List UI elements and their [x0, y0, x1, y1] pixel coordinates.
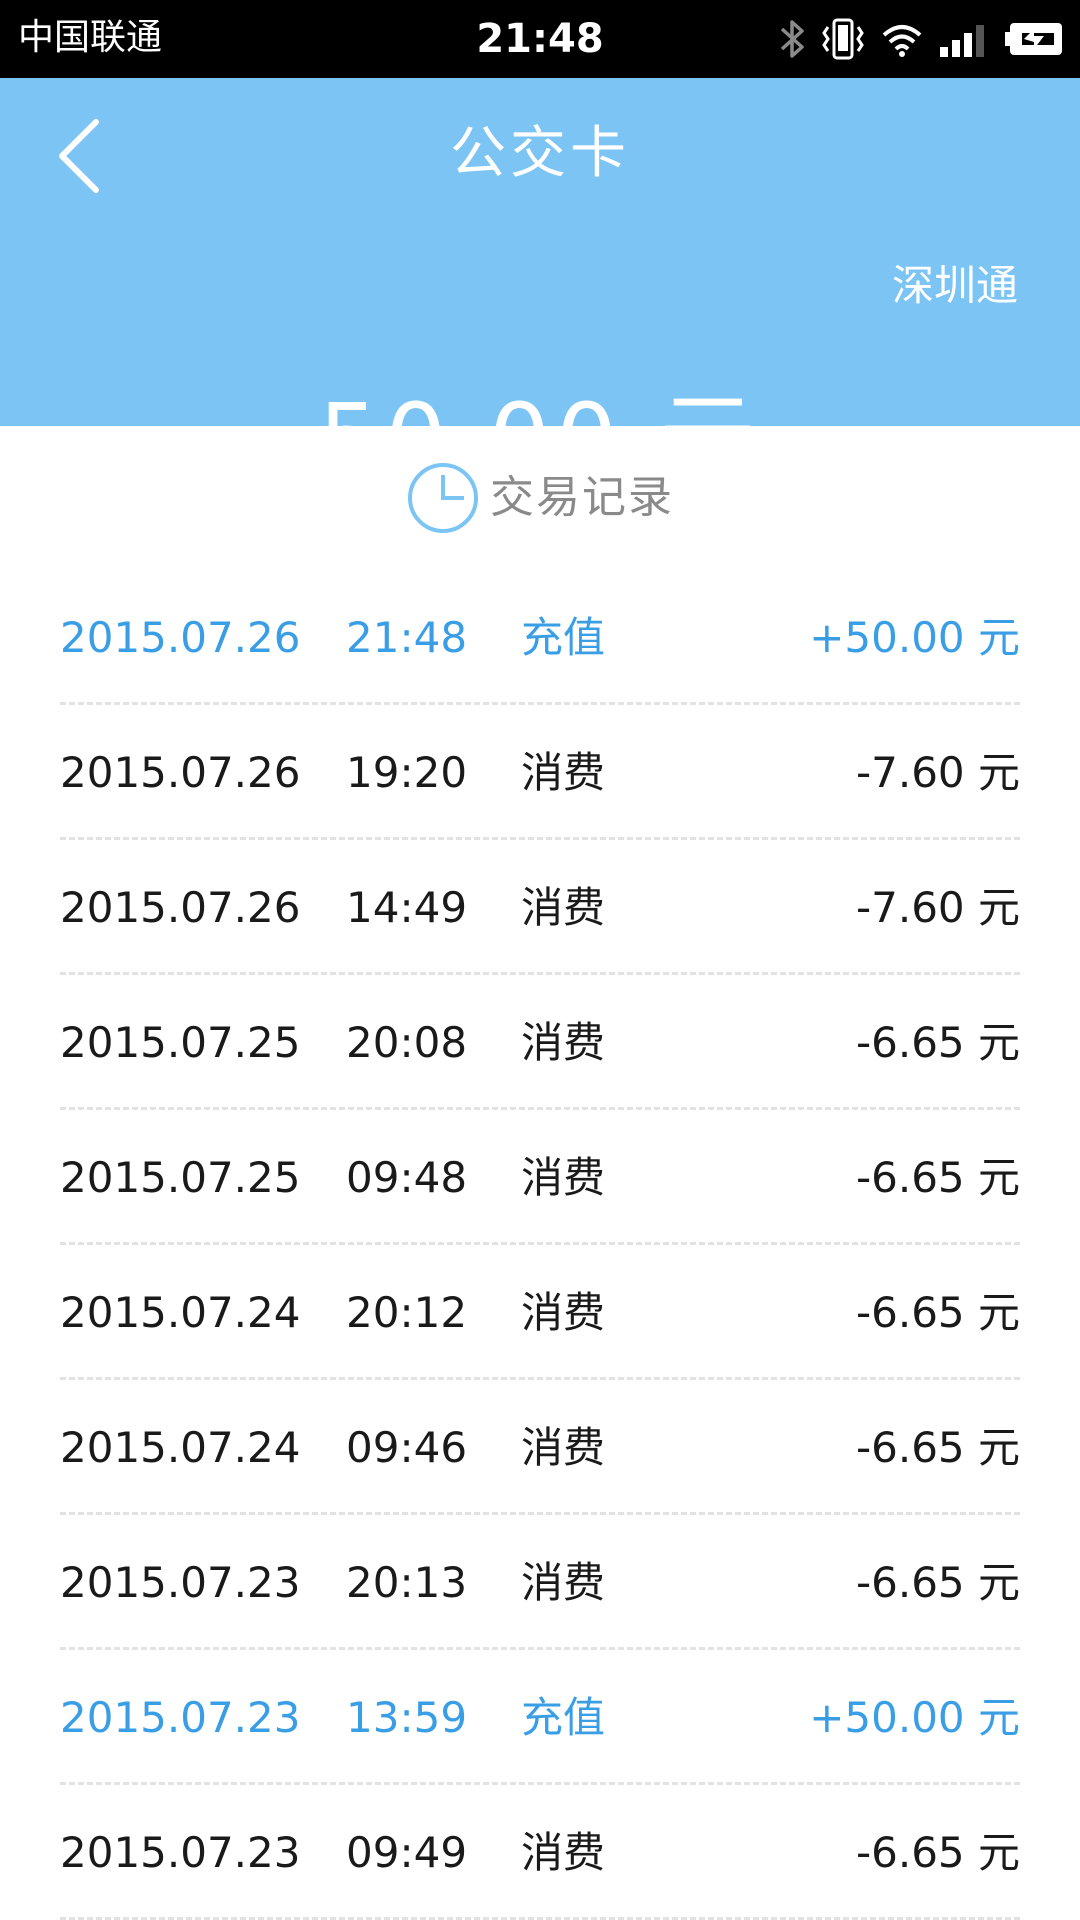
status-icons	[778, 16, 1066, 62]
transaction-time: 20:13	[346, 1558, 468, 1607]
transaction-time: 19:20	[346, 748, 468, 797]
transaction-row: 2015.07.23 20:13 消费 -6.65 元	[60, 1515, 1020, 1650]
records-title: 交易记录	[490, 472, 674, 523]
transaction-row: 2015.07.24 09:46 消费 -6.65 元	[60, 1380, 1020, 1515]
status-bar: 中国联通 21:48	[0, 0, 1080, 78]
transaction-date: 2015.07.24	[60, 1423, 301, 1472]
transaction-row: 2015.07.26 14:49 消费 -7.60 元	[60, 840, 1020, 975]
vibrate-icon	[822, 18, 864, 60]
transaction-date: 2015.07.26	[60, 883, 301, 932]
transaction-date: 2015.07.25	[60, 1018, 301, 1067]
transaction-time: 20:08	[346, 1018, 468, 1067]
balance-amount: 50.00 元	[0, 384, 1080, 426]
transaction-amount: -6.65 元	[855, 1558, 1020, 1607]
records-heading: 交易记录	[0, 456, 1080, 540]
transaction-row: 2015.07.23 13:59 充值 +50.00 元	[60, 1650, 1020, 1785]
transaction-type: 消费	[521, 1288, 606, 1337]
transaction-date: 2015.07.23	[60, 1558, 301, 1607]
transaction-time: 09:46	[346, 1423, 468, 1472]
transaction-type: 消费	[521, 1153, 606, 1202]
transaction-amount: -7.60 元	[855, 748, 1020, 797]
transaction-type: 消费	[521, 748, 606, 797]
transaction-row: 2015.07.25 09:48 消费 -6.65 元	[60, 1110, 1020, 1245]
transaction-time: 21:48	[346, 613, 468, 662]
transaction-date: 2015.07.26	[60, 748, 301, 797]
transaction-row: 2015.07.26 21:48 充值 +50.00 元	[60, 570, 1020, 705]
transaction-amount: -6.65 元	[855, 1153, 1020, 1202]
transaction-row: 2015.07.25 20:08 消费 -6.65 元	[60, 975, 1020, 1110]
transaction-time: 20:12	[346, 1288, 468, 1337]
wifi-icon	[882, 25, 922, 57]
transaction-type: 消费	[521, 1423, 606, 1472]
transaction-date: 2015.07.25	[60, 1153, 301, 1202]
transaction-type: 充值	[521, 613, 606, 662]
transaction-amount: -7.60 元	[855, 883, 1020, 932]
transaction-list: 2015.07.26 21:48 充值 +50.00 元 2015.07.26 19:20…	[60, 570, 1020, 1920]
transaction-date: 2015.07.23	[60, 1693, 301, 1742]
card-name-label: 深圳通	[891, 261, 1018, 310]
transaction-time: 14:49	[346, 883, 468, 932]
signal-icon	[940, 25, 984, 57]
transaction-date: 2015.07.23	[60, 1828, 301, 1877]
transaction-amount: -6.65 元	[855, 1288, 1020, 1337]
transaction-type: 消费	[521, 1558, 606, 1607]
transaction-row: 2015.07.26 19:20 消费 -7.60 元	[60, 705, 1020, 840]
transaction-time: 13:59	[346, 1693, 468, 1742]
transaction-time: 09:49	[346, 1828, 468, 1877]
transaction-amount: +50.00 元	[809, 1693, 1020, 1742]
transaction-type: 消费	[521, 1828, 606, 1877]
transaction-row: 2015.07.24 20:12 消费 -6.65 元	[60, 1245, 1020, 1380]
transaction-row: 2015.07.23 09:49 消费 -6.65 元	[60, 1785, 1020, 1920]
transaction-date: 2015.07.26	[60, 613, 301, 662]
card-header: 公交卡 深圳通 50.00 元	[0, 78, 1080, 426]
transaction-amount: -6.65 元	[855, 1423, 1020, 1472]
battery-charging-icon	[1005, 23, 1062, 55]
clock-icon	[408, 463, 478, 533]
page-title: 公交卡	[450, 121, 630, 186]
transaction-amount: -6.65 元	[855, 1828, 1020, 1877]
transaction-type: 充值	[521, 1693, 606, 1742]
transaction-amount: +50.00 元	[809, 613, 1020, 662]
transaction-date: 2015.07.24	[60, 1288, 301, 1337]
transaction-time: 09:48	[346, 1153, 468, 1202]
transaction-amount: -6.65 元	[855, 1018, 1020, 1067]
transaction-type: 消费	[521, 1018, 606, 1067]
transaction-type: 消费	[521, 883, 606, 932]
bluetooth-icon	[780, 20, 804, 58]
